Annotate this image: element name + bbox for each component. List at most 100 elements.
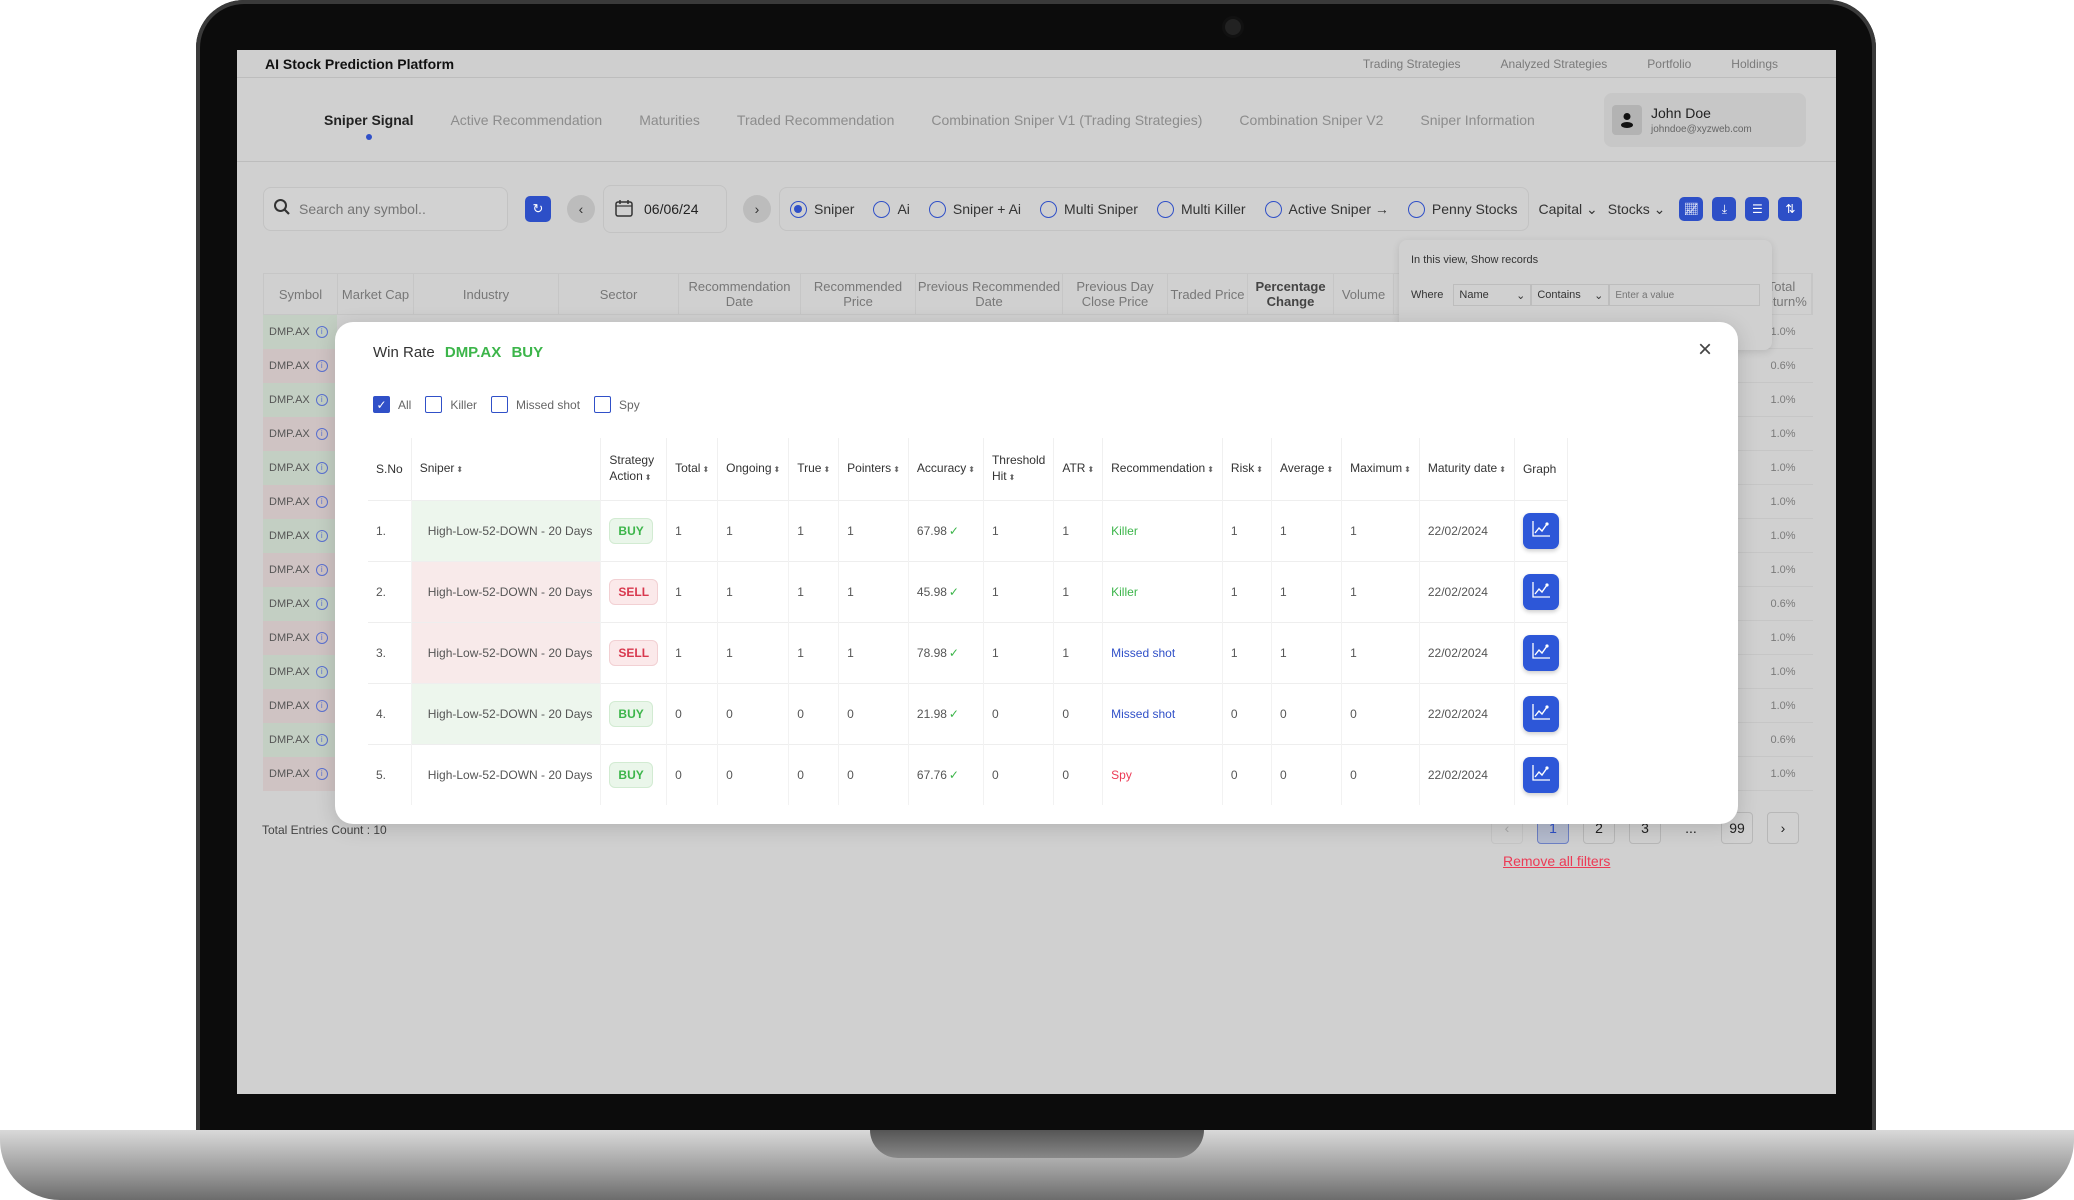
col-sniper[interactable]: Sniper ⬍ xyxy=(411,438,602,500)
graph-button[interactable] xyxy=(1522,512,1559,549)
symbol-cell[interactable]: DMP.AX i xyxy=(263,382,337,417)
top-link-portfolio[interactable]: Portfolio xyxy=(1647,57,1691,71)
graph-button[interactable] xyxy=(1522,695,1559,732)
symbol-cell[interactable]: DMP.AX i xyxy=(263,654,337,689)
col-market-cap[interactable]: Market Cap xyxy=(338,274,414,314)
col-volume[interactable]: Volume xyxy=(1334,274,1394,314)
filter-missed-shot-checkbox[interactable]: Missed shot xyxy=(491,396,580,413)
refresh-button[interactable]: ↻ xyxy=(525,196,551,222)
col-true[interactable]: True ⬍ xyxy=(788,438,840,500)
symbol-cell[interactable]: DMP.AX i xyxy=(263,314,337,349)
filter-field-select[interactable]: Name ⌄ xyxy=(1453,284,1532,306)
col-recommendation-date[interactable]: Recommendation Date xyxy=(679,274,801,314)
col-total[interactable]: Total ⬍ xyxy=(666,438,719,500)
symbol-cell[interactable]: DMP.AX i xyxy=(263,756,337,791)
close-icon[interactable]: × xyxy=(1698,336,1712,364)
radio-penny-stocks[interactable]: Penny Stocks xyxy=(1407,200,1518,218)
col-symbol[interactable]: Symbol xyxy=(264,274,338,314)
col-threshold-hit[interactable]: Threshold Hit ⬍ xyxy=(983,438,1055,500)
info-icon[interactable]: i xyxy=(315,393,328,406)
chart-button[interactable]: 📈︎ xyxy=(1679,197,1704,221)
remove-all-filters-link[interactable]: Remove all filters xyxy=(1503,853,1610,869)
col-maturity-date[interactable]: Maturity date ⬍ xyxy=(1419,438,1515,500)
col-sector[interactable]: Sector xyxy=(559,274,679,314)
info-icon[interactable]: i xyxy=(315,563,328,576)
radio-active-sniper[interactable]: Active Sniper → xyxy=(1264,200,1389,218)
search-input[interactable] xyxy=(299,201,489,217)
col-maximum[interactable]: Maximum ⬍ xyxy=(1341,438,1420,500)
date-picker[interactable]: 06/06/24 xyxy=(603,185,727,233)
tab-active-recommendation[interactable]: Active Recommendation xyxy=(450,112,602,128)
col-recommendation[interactable]: Recommendation ⬍ xyxy=(1102,438,1223,500)
symbol-cell[interactable]: DMP.AX i xyxy=(263,586,337,621)
filter-value-input[interactable] xyxy=(1609,284,1760,306)
col-industry[interactable]: Industry xyxy=(414,274,559,314)
col-risk[interactable]: Risk ⬍ xyxy=(1222,438,1272,500)
info-icon[interactable]: i xyxy=(315,665,328,678)
graph-button[interactable] xyxy=(1522,634,1559,671)
filter-killer-checkbox[interactable]: Killer xyxy=(425,396,477,413)
graph-button[interactable] xyxy=(1522,756,1559,793)
next-page-button[interactable]: › xyxy=(1767,812,1799,844)
filter-spy-checkbox[interactable]: Spy xyxy=(594,396,640,413)
filter-all-checkbox[interactable]: ✓ All xyxy=(373,396,411,413)
total-return-cell: 0.6% xyxy=(1770,597,1796,610)
symbol-cell[interactable]: DMP.AX i xyxy=(263,484,337,519)
info-icon[interactable]: i xyxy=(315,325,328,338)
search-box[interactable] xyxy=(263,187,508,231)
col-accuracy[interactable]: Accuracy ⬍ xyxy=(908,438,984,500)
info-icon[interactable]: i xyxy=(315,529,328,542)
radio-sniper-ai[interactable]: Sniper + Ai xyxy=(928,200,1021,218)
col-ongoing[interactable]: Ongoing ⬍ xyxy=(717,438,790,500)
symbol-cell[interactable]: DMP.AX i xyxy=(263,518,337,553)
info-icon[interactable]: i xyxy=(315,495,328,508)
graph-button[interactable] xyxy=(1522,573,1559,610)
col-traded-price[interactable]: Traded Price xyxy=(1168,274,1248,314)
symbol-cell[interactable]: DMP.AX i xyxy=(263,552,337,587)
tab-combination-sniper-v1[interactable]: Combination Sniper V1 (Trading Strategie… xyxy=(931,112,1202,128)
symbol-cell[interactable]: DMP.AX i xyxy=(263,348,337,383)
download-button[interactable]: ⤓ xyxy=(1712,197,1737,221)
info-icon[interactable]: i xyxy=(315,767,328,780)
col-previous-recommended-date[interactable]: Previous Recommended Date xyxy=(916,274,1063,314)
tab-traded-recommendation[interactable]: Traded Recommendation xyxy=(737,112,894,128)
col-atr[interactable]: ATR ⬍ xyxy=(1053,438,1104,500)
capital-dropdown[interactable]: Capital ⌄ xyxy=(1539,201,1598,218)
filter-operator-select[interactable]: Contains ⌄ xyxy=(1531,284,1610,306)
filter-button[interactable]: ☰ xyxy=(1745,197,1770,221)
info-icon[interactable]: i xyxy=(315,359,328,372)
col-previous-close[interactable]: Previous Day Close Price xyxy=(1063,274,1168,314)
symbol-cell[interactable]: DMP.AX i xyxy=(263,416,337,451)
col-average[interactable]: Average ⬍ xyxy=(1271,438,1343,500)
top-link-trading-strategies[interactable]: Trading Strategies xyxy=(1363,57,1461,71)
symbol-cell[interactable]: DMP.AX i xyxy=(263,450,337,485)
symbol-cell[interactable]: DMP.AX i xyxy=(263,688,337,723)
radio-multi-killer[interactable]: Multi Killer xyxy=(1156,200,1246,218)
symbol-cell[interactable]: DMP.AX i xyxy=(263,722,337,757)
col-strategy-action[interactable]: Strategy Action ⬍ xyxy=(600,438,668,500)
tab-sniper-signal[interactable]: Sniper Signal xyxy=(324,112,413,128)
info-icon[interactable]: i xyxy=(315,461,328,474)
col-pointers[interactable]: Pointers ⬍ xyxy=(838,438,909,500)
stocks-dropdown[interactable]: Stocks ⌄ xyxy=(1608,201,1666,218)
top-link-analyzed-strategies[interactable]: Analyzed Strategies xyxy=(1501,57,1608,71)
user-card[interactable]: John Doe johndoe@xyzweb.com xyxy=(1604,93,1806,147)
tab-combination-sniper-v2[interactable]: Combination Sniper V2 xyxy=(1239,112,1383,128)
next-date-button[interactable]: › xyxy=(743,195,771,223)
info-icon[interactable]: i xyxy=(315,699,328,712)
symbol-cell[interactable]: DMP.AX i xyxy=(263,620,337,655)
top-link-holdings[interactable]: Holdings xyxy=(1731,57,1778,71)
tab-maturities[interactable]: Maturities xyxy=(639,112,700,128)
info-icon[interactable]: i xyxy=(315,597,328,610)
prev-date-button[interactable]: ‹ xyxy=(567,195,595,223)
radio-ai[interactable]: Ai xyxy=(873,200,910,218)
radio-sniper[interactable]: Sniper xyxy=(790,200,854,218)
col-recommended-price[interactable]: Recommended Price xyxy=(801,274,916,314)
radio-multi-sniper[interactable]: Multi Sniper xyxy=(1040,200,1138,218)
sort-button[interactable]: ⇅ xyxy=(1778,197,1803,221)
tab-sniper-information[interactable]: Sniper Information xyxy=(1420,112,1534,128)
info-icon[interactable]: i xyxy=(315,631,328,644)
info-icon[interactable]: i xyxy=(315,427,328,440)
col-percentage-change[interactable]: Percentage Change xyxy=(1248,274,1334,314)
info-icon[interactable]: i xyxy=(315,733,328,746)
